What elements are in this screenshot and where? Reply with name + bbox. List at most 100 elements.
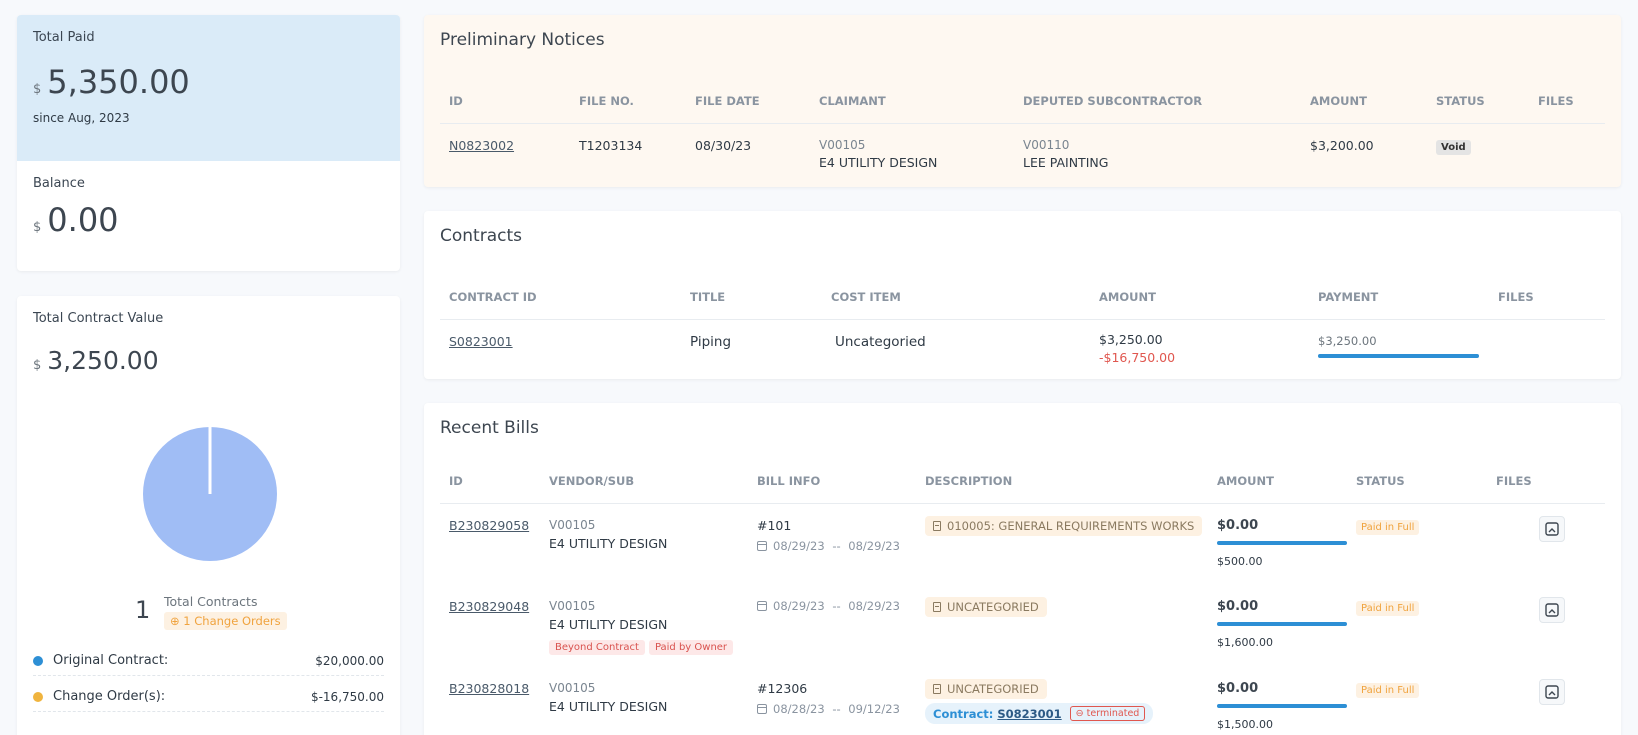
vendor-name: E4 UTILITY DESIGN: [549, 617, 668, 632]
bill-total: $1,600.00: [1217, 636, 1273, 649]
payment-progress-track: [1318, 353, 1479, 358]
contracts-card: Contracts CONTRACT ID TITLE COST ITEM AM…: [424, 211, 1621, 379]
recent-bills-title: Recent Bills: [440, 418, 539, 438]
contract-link-chip[interactable]: Contract: S0823001 ⊖ terminated: [925, 703, 1154, 724]
balance-panel: Balance $0.00: [17, 161, 400, 254]
file-date: 08/30/23: [695, 137, 752, 153]
bill-amount: $0.00: [1217, 681, 1259, 696]
col-id: ID: [440, 79, 570, 124]
contract-value-amount: $3,250.00: [33, 346, 159, 375]
document-icon: [933, 520, 941, 531]
table-header-row: ID VENDOR/SUB BILL INFO DESCRIPTION AMOU…: [440, 459, 1605, 504]
bill-progress-bar: [1217, 704, 1347, 708]
contract-link-label: Contract:: [933, 706, 994, 721]
table-row[interactable]: B230829048 V00105 E4 UTILITY DESIGN Beyon…: [440, 587, 1605, 671]
total-contracts-label: Total Contracts: [164, 594, 258, 609]
preliminary-notices-title: Preliminary Notices: [440, 30, 605, 50]
bill-dates: 08/29/23 -- 08/29/23: [757, 539, 916, 553]
vendor-code: V00105: [549, 681, 596, 695]
bill-dates: 08/28/23 -- 09/12/23: [757, 702, 916, 716]
vendor-code: V00105: [549, 517, 596, 532]
bill-id-link[interactable]: B230829048: [449, 599, 529, 614]
total-contracts-count: 1: [135, 596, 151, 624]
legend-original: Original Contract: $20,000.00: [33, 646, 384, 676]
contracts-title: Contracts: [440, 226, 522, 246]
status-badge: Paid in Full: [1356, 601, 1420, 616]
col-description: DESCRIPTION: [916, 459, 1208, 504]
col-amount: AMOUNT: [1090, 275, 1309, 320]
paid-by-owner-tag: Paid by Owner: [648, 640, 734, 655]
col-files: FILES: [1487, 459, 1605, 504]
contract-title: Piping: [690, 333, 732, 350]
legend-change-orders: Change Order(s): $-16,750.00: [33, 682, 384, 712]
legend-original-label: Original Contract:: [53, 653, 169, 668]
contract-change-amount: -$16,750.00: [1099, 349, 1176, 365]
balance-value: $0.00: [33, 201, 119, 239]
bill-id-link[interactable]: B230828018: [449, 681, 529, 696]
col-contract-id: CONTRACT ID: [440, 275, 681, 320]
contract-value-label: Total Contract Value: [33, 311, 164, 326]
status-badge: Void: [1436, 139, 1471, 155]
total-paid-since: since Aug, 2023: [33, 111, 130, 125]
col-vendor: VENDOR/SUB: [540, 459, 748, 504]
total-paid-value: $5,350.00: [33, 63, 190, 101]
calendar-icon: [757, 601, 767, 611]
col-deputed-sub: DEPUTED SUBCONTRACTOR: [1014, 79, 1301, 124]
change-orders-chip[interactable]: ⊕ 1 Change Orders: [164, 612, 287, 630]
vendor-name: E4 UTILITY DESIGN: [549, 699, 668, 714]
file-no: T1203134: [579, 137, 643, 153]
legend-dot-blue: [33, 655, 43, 666]
vendor-name: E4 UTILITY DESIGN: [549, 535, 668, 551]
calendar-icon: [757, 540, 767, 551]
col-amount: AMOUNT: [1208, 459, 1347, 504]
plus-circle-icon: ⊕: [170, 614, 180, 628]
terminated-badge: ⊖ terminated: [1069, 706, 1146, 721]
image-file-icon[interactable]: [1539, 679, 1565, 705]
table-row[interactable]: B230828018 V00105 E4 UTILITY DESIGN #1230…: [440, 671, 1605, 735]
bill-dates: 08/29/23 -- 08/29/23: [757, 599, 916, 613]
preliminary-notices-card: Preliminary Notices ID FILE NO. FILE DAT…: [424, 15, 1621, 187]
col-cost-item: COST ITEM: [822, 275, 1090, 320]
bill-amount: $0.00: [1217, 599, 1259, 614]
status-badge: Paid in Full: [1356, 519, 1420, 535]
col-claimant: CLAIMANT: [810, 79, 1014, 124]
col-files: FILES: [1529, 79, 1605, 124]
bill-id-link[interactable]: B230829058: [449, 518, 529, 533]
minus-circle-icon: ⊖: [1075, 708, 1084, 719]
legend-change-value: $-16,750.00: [310, 689, 384, 704]
bill-total: $500.00: [1217, 554, 1263, 568]
image-file-icon[interactable]: [1539, 515, 1565, 542]
col-bill-info: BILL INFO: [748, 459, 916, 504]
cost-item: Uncategoried: [835, 333, 926, 350]
bill-number: #101: [757, 517, 792, 533]
calendar-icon: [757, 704, 767, 714]
table-row[interactable]: B230829058 V00105 E4 UTILITY DESIGN #101 …: [440, 503, 1605, 587]
status-badge: Paid in Full: [1356, 683, 1420, 698]
contract-id-link[interactable]: S0823001: [449, 334, 513, 349]
contract-amount: $3,250.00: [1099, 331, 1163, 347]
table-row[interactable]: N0823002 T1203134 08/30/23 V00105 E4 UTIL…: [440, 123, 1605, 170]
contract-value-card: Total Contract Value $3,250.00 1 Total C…: [17, 296, 400, 735]
notice-amount: $3,200.00: [1310, 137, 1374, 153]
description-chip: 010005: GENERAL REQUIREMENTS WORKS: [925, 515, 1203, 536]
col-status: STATUS: [1427, 79, 1529, 124]
bill-total: $1,500.00: [1217, 718, 1273, 731]
total-paid-panel: Total Paid $5,350.00 since Aug, 2023: [17, 15, 400, 161]
col-file-date: FILE DATE: [686, 79, 810, 124]
legend-change-label: Change Order(s):: [53, 689, 166, 704]
image-file-icon[interactable]: [1539, 597, 1565, 623]
vendor-code: V00105: [549, 599, 596, 613]
preliminary-notices-table: ID FILE NO. FILE DATE CLAIMANT DEPUTED S…: [440, 79, 1605, 170]
description-chip: UNCATEGORIED: [925, 679, 1047, 699]
bill-number: #12306: [757, 681, 808, 696]
table-row[interactable]: S0823001 Piping Uncategoried $3,250.00 -$…: [440, 319, 1605, 365]
bill-contract-link[interactable]: S0823001: [997, 707, 1061, 721]
legend-original-value: $20,000.00: [315, 653, 384, 668]
sub-code: V00110: [1023, 137, 1070, 152]
contracts-table: CONTRACT ID TITLE COST ITEM AMOUNT PAYME…: [440, 275, 1605, 365]
col-amount: AMOUNT: [1301, 79, 1427, 124]
balance-label: Balance: [33, 176, 85, 191]
notice-id-link[interactable]: N0823002: [449, 138, 514, 153]
contract-pie-chart: [143, 427, 277, 561]
document-icon: [933, 602, 941, 612]
